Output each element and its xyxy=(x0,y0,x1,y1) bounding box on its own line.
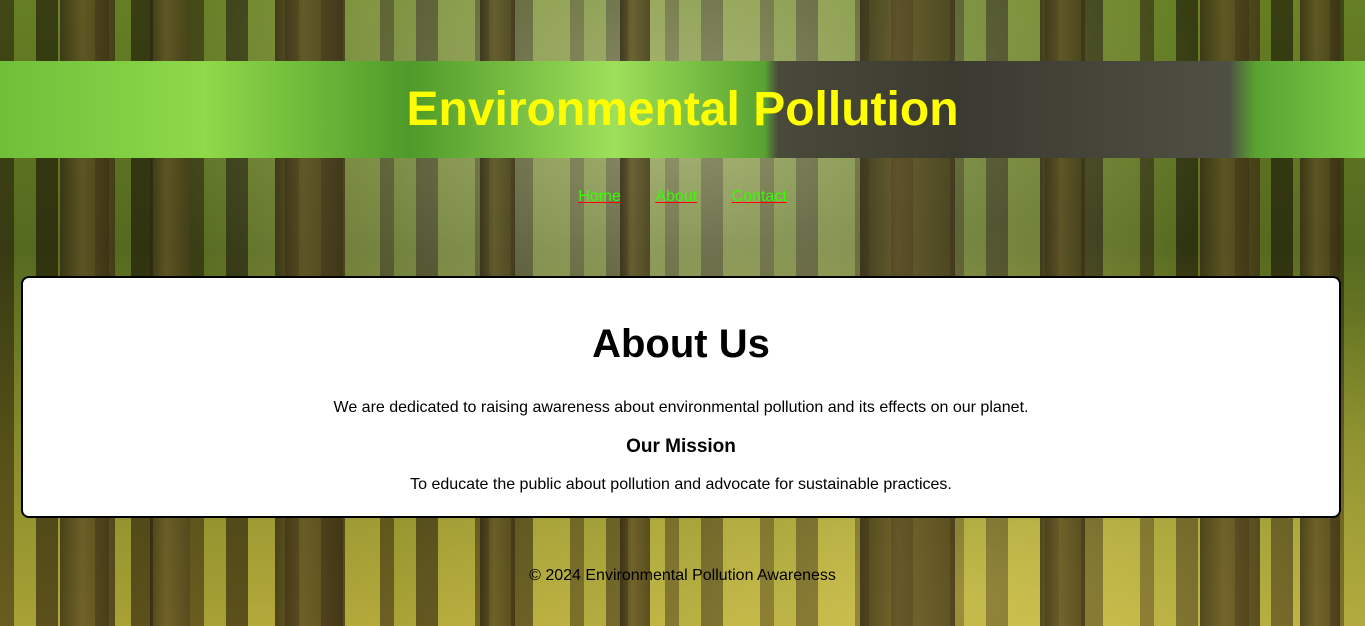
mission-heading: Our Mission xyxy=(626,436,736,457)
main-nav: Home About Contact xyxy=(0,188,1365,206)
footer-copyright: © 2024 Environmental Pollution Awareness xyxy=(529,567,836,584)
nav-link-about[interactable]: About xyxy=(655,188,697,205)
nav-link-contact[interactable]: Contact xyxy=(732,188,787,205)
site-footer: © 2024 Environmental Pollution Awareness xyxy=(0,567,1365,585)
about-intro-text: We are dedicated to raising awareness ab… xyxy=(333,399,1029,416)
nav-link-home[interactable]: Home xyxy=(578,188,621,205)
about-heading: About Us xyxy=(592,322,770,366)
site-header: Environmental Pollution xyxy=(0,61,1365,158)
site-title: Environmental Pollution xyxy=(406,83,959,136)
mission-text: To educate the public about pollution an… xyxy=(410,476,952,493)
about-section: About Us We are dedicated to raising awa… xyxy=(21,276,1341,518)
